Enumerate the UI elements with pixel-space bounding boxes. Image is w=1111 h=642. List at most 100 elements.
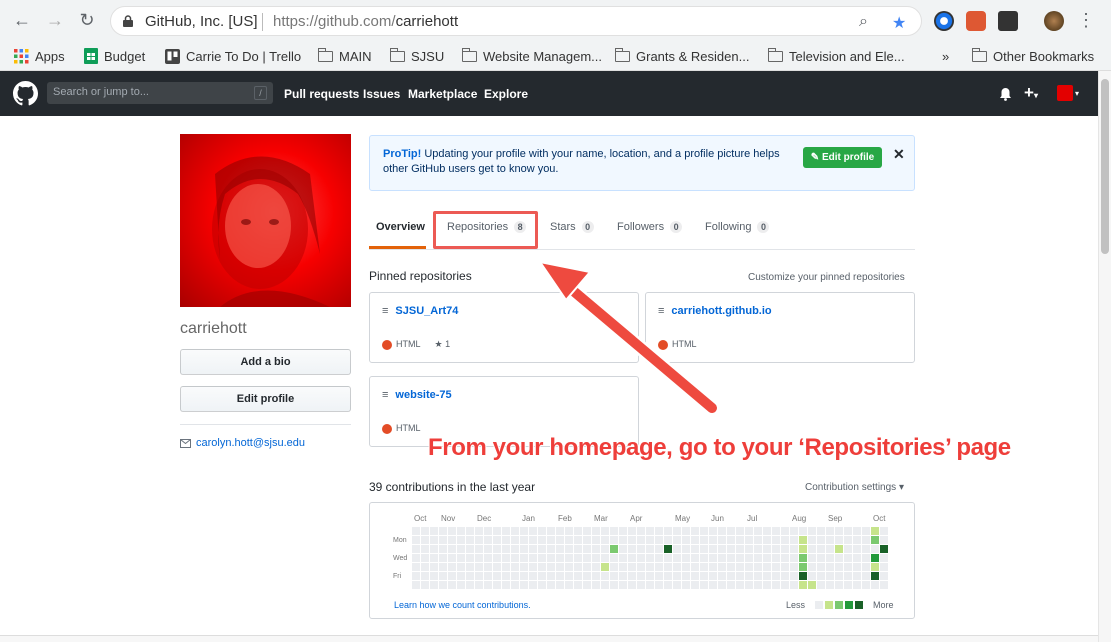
contribution-day-cell[interactable]	[799, 536, 807, 544]
contribution-day-cell[interactable]	[610, 545, 618, 553]
contribution-day-cell[interactable]	[430, 563, 438, 571]
contribution-day-cell[interactable]	[430, 554, 438, 562]
contribution-day-cell[interactable]	[466, 545, 474, 553]
contribution-day-cell[interactable]	[574, 554, 582, 562]
contribution-day-cell[interactable]	[646, 554, 654, 562]
contribution-day-cell[interactable]	[583, 563, 591, 571]
extension-icon[interactable]	[998, 11, 1018, 31]
contribution-day-cell[interactable]	[709, 554, 717, 562]
contribution-day-cell[interactable]	[745, 536, 753, 544]
contribution-day-cell[interactable]	[421, 536, 429, 544]
tab-stars[interactable]: Stars 0	[550, 221, 594, 233]
contribution-day-cell[interactable]	[556, 527, 564, 535]
contribution-day-cell[interactable]	[565, 545, 573, 553]
contribution-day-cell[interactable]	[520, 563, 528, 571]
contribution-day-cell[interactable]	[583, 572, 591, 580]
contribution-day-cell[interactable]	[502, 554, 510, 562]
contribution-day-cell[interactable]	[835, 527, 843, 535]
repo-link[interactable]: carriehott.github.io	[671, 305, 771, 317]
contribution-day-cell[interactable]	[529, 563, 537, 571]
contribution-day-cell[interactable]	[799, 545, 807, 553]
bookmarks-overflow-icon[interactable]: »	[942, 46, 949, 66]
contribution-day-cell[interactable]	[700, 581, 708, 589]
extension-eye-icon[interactable]	[934, 11, 954, 31]
contribution-day-cell[interactable]	[871, 545, 879, 553]
contribution-day-cell[interactable]	[619, 536, 627, 544]
contribution-day-cell[interactable]	[556, 572, 564, 580]
address-bar[interactable]: GitHub, Inc. [US] https://github.com/car…	[110, 6, 922, 36]
contribution-day-cell[interactable]	[853, 527, 861, 535]
contribution-day-cell[interactable]	[718, 563, 726, 571]
contribution-day-cell[interactable]	[817, 572, 825, 580]
email-link[interactable]: carolyn.hott@sjsu.edu	[196, 437, 305, 449]
contribution-day-cell[interactable]	[574, 572, 582, 580]
contribution-day-cell[interactable]	[790, 563, 798, 571]
contribution-day-cell[interactable]	[655, 536, 663, 544]
contribution-day-cell[interactable]	[565, 527, 573, 535]
contribution-day-cell[interactable]	[844, 554, 852, 562]
contribution-day-cell[interactable]	[880, 554, 888, 562]
contribution-day-cell[interactable]	[448, 536, 456, 544]
contribution-day-cell[interactable]	[781, 581, 789, 589]
contribution-day-cell[interactable]	[502, 572, 510, 580]
contribution-day-cell[interactable]	[673, 572, 681, 580]
contribution-day-cell[interactable]	[439, 554, 447, 562]
contribution-day-cell[interactable]	[520, 572, 528, 580]
bookmark-apps[interactable]: Apps	[14, 46, 65, 66]
contribution-day-cell[interactable]	[502, 563, 510, 571]
contribution-day-cell[interactable]	[484, 563, 492, 571]
contribution-day-cell[interactable]	[475, 563, 483, 571]
contribution-day-cell[interactable]	[439, 563, 447, 571]
bookmark-trello[interactable]: Carrie To Do | Trello	[165, 46, 301, 66]
contribution-day-cell[interactable]	[556, 581, 564, 589]
contribution-day-cell[interactable]	[637, 545, 645, 553]
contribution-day-cell[interactable]	[808, 554, 816, 562]
contribution-day-cell[interactable]	[628, 572, 636, 580]
contribution-day-cell[interactable]	[808, 581, 816, 589]
duckduckgo-icon[interactable]	[966, 11, 986, 31]
contribution-day-cell[interactable]	[412, 563, 420, 571]
contribution-day-cell[interactable]	[772, 563, 780, 571]
contribution-day-cell[interactable]	[628, 545, 636, 553]
contribution-day-cell[interactable]	[628, 527, 636, 535]
contribution-day-cell[interactable]	[421, 581, 429, 589]
contribution-day-cell[interactable]	[727, 536, 735, 544]
contribution-day-cell[interactable]	[781, 554, 789, 562]
contribution-day-cell[interactable]	[799, 527, 807, 535]
contribution-day-cell[interactable]	[727, 545, 735, 553]
tab-followers[interactable]: Followers 0	[617, 221, 683, 233]
contribution-day-cell[interactable]	[844, 563, 852, 571]
contribution-day-cell[interactable]	[547, 581, 555, 589]
contribution-day-cell[interactable]	[709, 563, 717, 571]
contribution-day-cell[interactable]	[493, 563, 501, 571]
contribution-day-cell[interactable]	[682, 554, 690, 562]
contribution-day-cell[interactable]	[763, 581, 771, 589]
contribution-day-cell[interactable]	[808, 536, 816, 544]
contribution-day-cell[interactable]	[664, 581, 672, 589]
contribution-day-cell[interactable]	[619, 572, 627, 580]
contribution-day-cell[interactable]	[547, 554, 555, 562]
pinned-repo-card[interactable]: ≡ SJSU_Art74 HTML ★ 1	[369, 292, 639, 363]
contribution-day-cell[interactable]	[736, 527, 744, 535]
contribution-day-cell[interactable]	[727, 527, 735, 535]
contribution-day-cell[interactable]	[691, 536, 699, 544]
contribution-day-cell[interactable]	[529, 581, 537, 589]
contribution-day-cell[interactable]	[817, 536, 825, 544]
contribution-day-cell[interactable]	[619, 563, 627, 571]
contribution-day-cell[interactable]	[511, 536, 519, 544]
contribution-day-cell[interactable]	[529, 527, 537, 535]
contribution-day-cell[interactable]	[439, 536, 447, 544]
contribution-day-cell[interactable]	[484, 554, 492, 562]
contribution-day-cell[interactable]	[727, 581, 735, 589]
contribution-day-cell[interactable]	[430, 527, 438, 535]
contribution-day-cell[interactable]	[781, 545, 789, 553]
contribution-day-cell[interactable]	[754, 527, 762, 535]
back-icon[interactable]: ←	[10, 8, 34, 32]
contribution-day-cell[interactable]	[700, 572, 708, 580]
contribution-day-cell[interactable]	[583, 545, 591, 553]
contribution-day-cell[interactable]	[502, 545, 510, 553]
contribution-day-cell[interactable]	[655, 572, 663, 580]
bookmark-other[interactable]: Other Bookmarks	[972, 46, 1094, 66]
contribution-day-cell[interactable]	[664, 545, 672, 553]
contribution-day-cell[interactable]	[628, 554, 636, 562]
